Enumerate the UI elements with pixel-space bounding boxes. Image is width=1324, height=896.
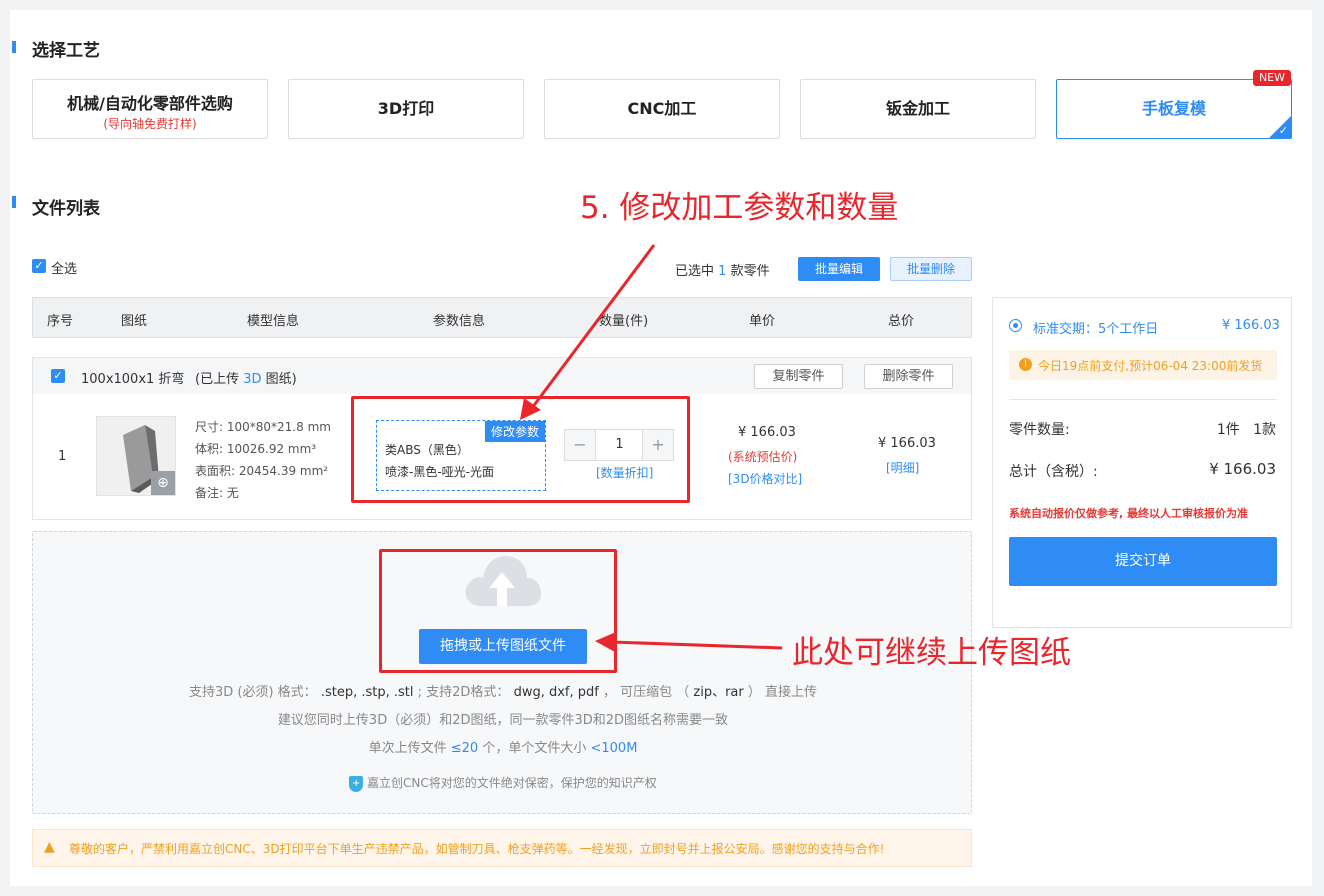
batch-edit-button[interactable]: 批量编辑 bbox=[798, 257, 880, 281]
new-badge: NEW bbox=[1252, 70, 1291, 86]
selected-suffix: 款零件 bbox=[730, 264, 770, 279]
th-model-info: 模型信息 bbox=[247, 314, 300, 329]
delivery-value: 5个工作日 bbox=[1098, 322, 1159, 337]
file-section-title: 文件列表 bbox=[32, 199, 100, 219]
format-tip: 支持3D (必须) 格式： .step, .stp, .stl ; 支持2D格式… bbox=[33, 681, 973, 700]
model-note: 备注: 无 bbox=[195, 486, 239, 500]
shipping-notice: ! 今日19点前支付,预计06-04 23:00前发货 bbox=[1009, 350, 1277, 380]
security-tip: + 嘉立创CNC将对您的文件绝对保密，保护您的知识产权 bbox=[33, 774, 973, 792]
part-header: ✓ 100x100x1 折弯 (已上传 3D 图纸) 复制零件 删除零件 bbox=[32, 357, 972, 395]
model-area: 表面积: 20454.39 mm² bbox=[195, 464, 329, 478]
process-option-label: 3D打印 bbox=[377, 99, 435, 118]
limit-tip-count: ≤20 bbox=[450, 741, 479, 756]
part-thumbnail[interactable]: ⊕ bbox=[96, 416, 176, 496]
shipping-notice-text: 今日19点前支付,预计06-04 23:00前发货 bbox=[1038, 359, 1263, 373]
price-disclaimer: 系统自动报价仅做参考, 最终以人工审核报价为准 bbox=[1009, 507, 1249, 520]
table-header: 序号 图纸 模型信息 参数信息 数量(件) 单价 总价 bbox=[32, 297, 972, 338]
order-summary: 标准交期：5个工作日 ¥ 166.03 ! 今日19点前支付,预计06-04 2… bbox=[992, 297, 1292, 628]
delete-part-button[interactable]: 删除零件 bbox=[864, 364, 953, 389]
warning-text: 尊敬的客户，严禁利用嘉立创CNC、3D打印平台下单生产违禁产品，如管制刀具、枪支… bbox=[69, 842, 885, 856]
part-qty-value: 1件 1款 bbox=[1216, 422, 1276, 438]
th-params: 参数信息 bbox=[433, 314, 486, 329]
shield-icon: + bbox=[349, 775, 364, 792]
warning-icon: ▲ bbox=[44, 839, 55, 855]
process-option-cnc[interactable]: CNC加工 bbox=[544, 79, 780, 139]
process-option-label: 钣金加工 bbox=[885, 99, 950, 118]
limit-tip-size-label: 个，单个文件大小 bbox=[482, 741, 587, 756]
section-marker bbox=[12, 41, 16, 53]
part-checkbox[interactable]: ✓ bbox=[51, 369, 65, 383]
process-option-label: CNC加工 bbox=[627, 99, 697, 118]
annotation-upload-hint: 此处可继续上传图纸 bbox=[792, 635, 1071, 671]
upload-status-suffix: 图纸) bbox=[265, 372, 297, 387]
price-detail-link[interactable]: [明细] bbox=[886, 459, 919, 476]
batch-delete-button[interactable]: 批量删除 bbox=[890, 257, 972, 281]
naming-tip: 建议您同时上传3D（必须）和2D图纸，同一款零件3D和2D图纸名称需要一致 bbox=[277, 713, 729, 728]
model-info: 尺寸: 100*80*21.8 mm 体积: 10026.92 mm³ 表面积:… bbox=[195, 416, 331, 504]
security-text: 嘉立创CNC将对您的文件绝对保密，保护您的知识产权 bbox=[367, 776, 657, 790]
divider bbox=[1009, 399, 1277, 400]
part-qty-label: 零件数量: bbox=[1009, 422, 1070, 438]
format-tip-3d-formats: .step, .stp, .stl bbox=[320, 685, 414, 700]
process-option-3d-print[interactable]: 3D打印 bbox=[288, 79, 524, 139]
th-total-price: 总价 bbox=[888, 314, 915, 329]
annotation-box-upload bbox=[379, 549, 617, 673]
select-all-checkbox[interactable]: ✓ bbox=[32, 259, 46, 273]
format-tip-archive-suffix: ） 直接上传 bbox=[747, 685, 818, 700]
unit-price: ¥ 166.03 bbox=[738, 425, 796, 440]
annotation-step5: 5. 修改加工参数和数量 bbox=[580, 190, 899, 226]
part-index: 1 bbox=[58, 449, 67, 464]
upload-status-prefix: (已上传 bbox=[195, 372, 240, 387]
part-name: 100x100x1 折弯 bbox=[81, 372, 185, 387]
annotation-box-params bbox=[351, 396, 690, 503]
process-option-sheet-metal[interactable]: 钣金加工 bbox=[800, 79, 1036, 139]
th-quantity: 数量(件) bbox=[599, 314, 649, 329]
estimate-label: (系统预估价) bbox=[728, 450, 798, 464]
format-tip-2d-label: ; 支持2D格式： bbox=[417, 685, 510, 700]
process-option-sub: (导向轴免费打样) bbox=[103, 117, 197, 131]
model-volume: 体积: 10026.92 mm³ bbox=[195, 442, 317, 456]
delivery-price: ¥ 166.03 bbox=[1222, 318, 1280, 333]
process-option-label: 机械/自动化零部件选购 bbox=[67, 94, 233, 113]
model-size: 尺寸: 100*80*21.8 mm bbox=[195, 420, 331, 434]
th-index: 序号 bbox=[47, 314, 74, 329]
warning-bar: ▲ 尊敬的客户，严禁利用嘉立创CNC、3D打印平台下单生产违禁产品，如管制刀具、… bbox=[32, 829, 972, 867]
upload-status-type: 3D bbox=[243, 372, 262, 387]
copy-part-button[interactable]: 复制零件 bbox=[754, 364, 843, 389]
selected-count: 1 bbox=[718, 264, 727, 279]
delivery-option[interactable]: 标准交期：5个工作日 bbox=[1033, 318, 1158, 337]
info-icon: ! bbox=[1019, 358, 1032, 371]
th-drawing: 图纸 bbox=[121, 314, 148, 329]
th-unit-price: 单价 bbox=[749, 314, 776, 329]
format-tip-archive-formats: zip、rar bbox=[693, 685, 744, 700]
section-marker bbox=[12, 196, 16, 208]
submit-order-button[interactable]: 提交订单 bbox=[1009, 537, 1277, 586]
check-icon: ✓ bbox=[1278, 124, 1288, 137]
process-option-mechanical[interactable]: 机械/自动化零部件选购 (导向轴免费打样) bbox=[32, 79, 268, 139]
selected-count-text: 已选中 1 款零件 bbox=[675, 260, 770, 279]
total-label: 总计（含税）: bbox=[1009, 464, 1098, 480]
format-tip-archive-label: ， 可压缩包 （ bbox=[602, 685, 690, 700]
selected-prefix: 已选中 bbox=[675, 264, 715, 279]
select-all-label: 全选 bbox=[51, 262, 78, 277]
limit-tip-size: <100M bbox=[590, 741, 638, 756]
process-section-title: 选择工艺 bbox=[32, 41, 100, 61]
format-tip-2d-formats: dwg, dxf, pdf bbox=[513, 685, 599, 700]
total-value: ¥ 166.03 bbox=[1209, 460, 1276, 478]
zoom-icon[interactable]: ⊕ bbox=[151, 471, 175, 495]
format-tip-3d-label: 支持3D (必须) 格式： bbox=[188, 685, 317, 700]
price-compare-link[interactable]: [3D价格对比] bbox=[728, 470, 802, 487]
upload-status: (已上传 3D 图纸) bbox=[195, 368, 297, 387]
process-option-label: 手板复模 bbox=[1141, 99, 1206, 118]
total-price: ¥ 166.03 bbox=[878, 436, 936, 451]
limit-tip-count-label: 单次上传文件 bbox=[368, 741, 447, 756]
delivery-label: 标准交期： bbox=[1033, 322, 1099, 337]
delivery-radio[interactable] bbox=[1009, 319, 1022, 332]
process-option-prototype[interactable]: 手板复模 NEW ✓ bbox=[1056, 70, 1292, 139]
limit-tip: 单次上传文件 ≤20 个，单个文件大小 <100M bbox=[33, 737, 973, 756]
